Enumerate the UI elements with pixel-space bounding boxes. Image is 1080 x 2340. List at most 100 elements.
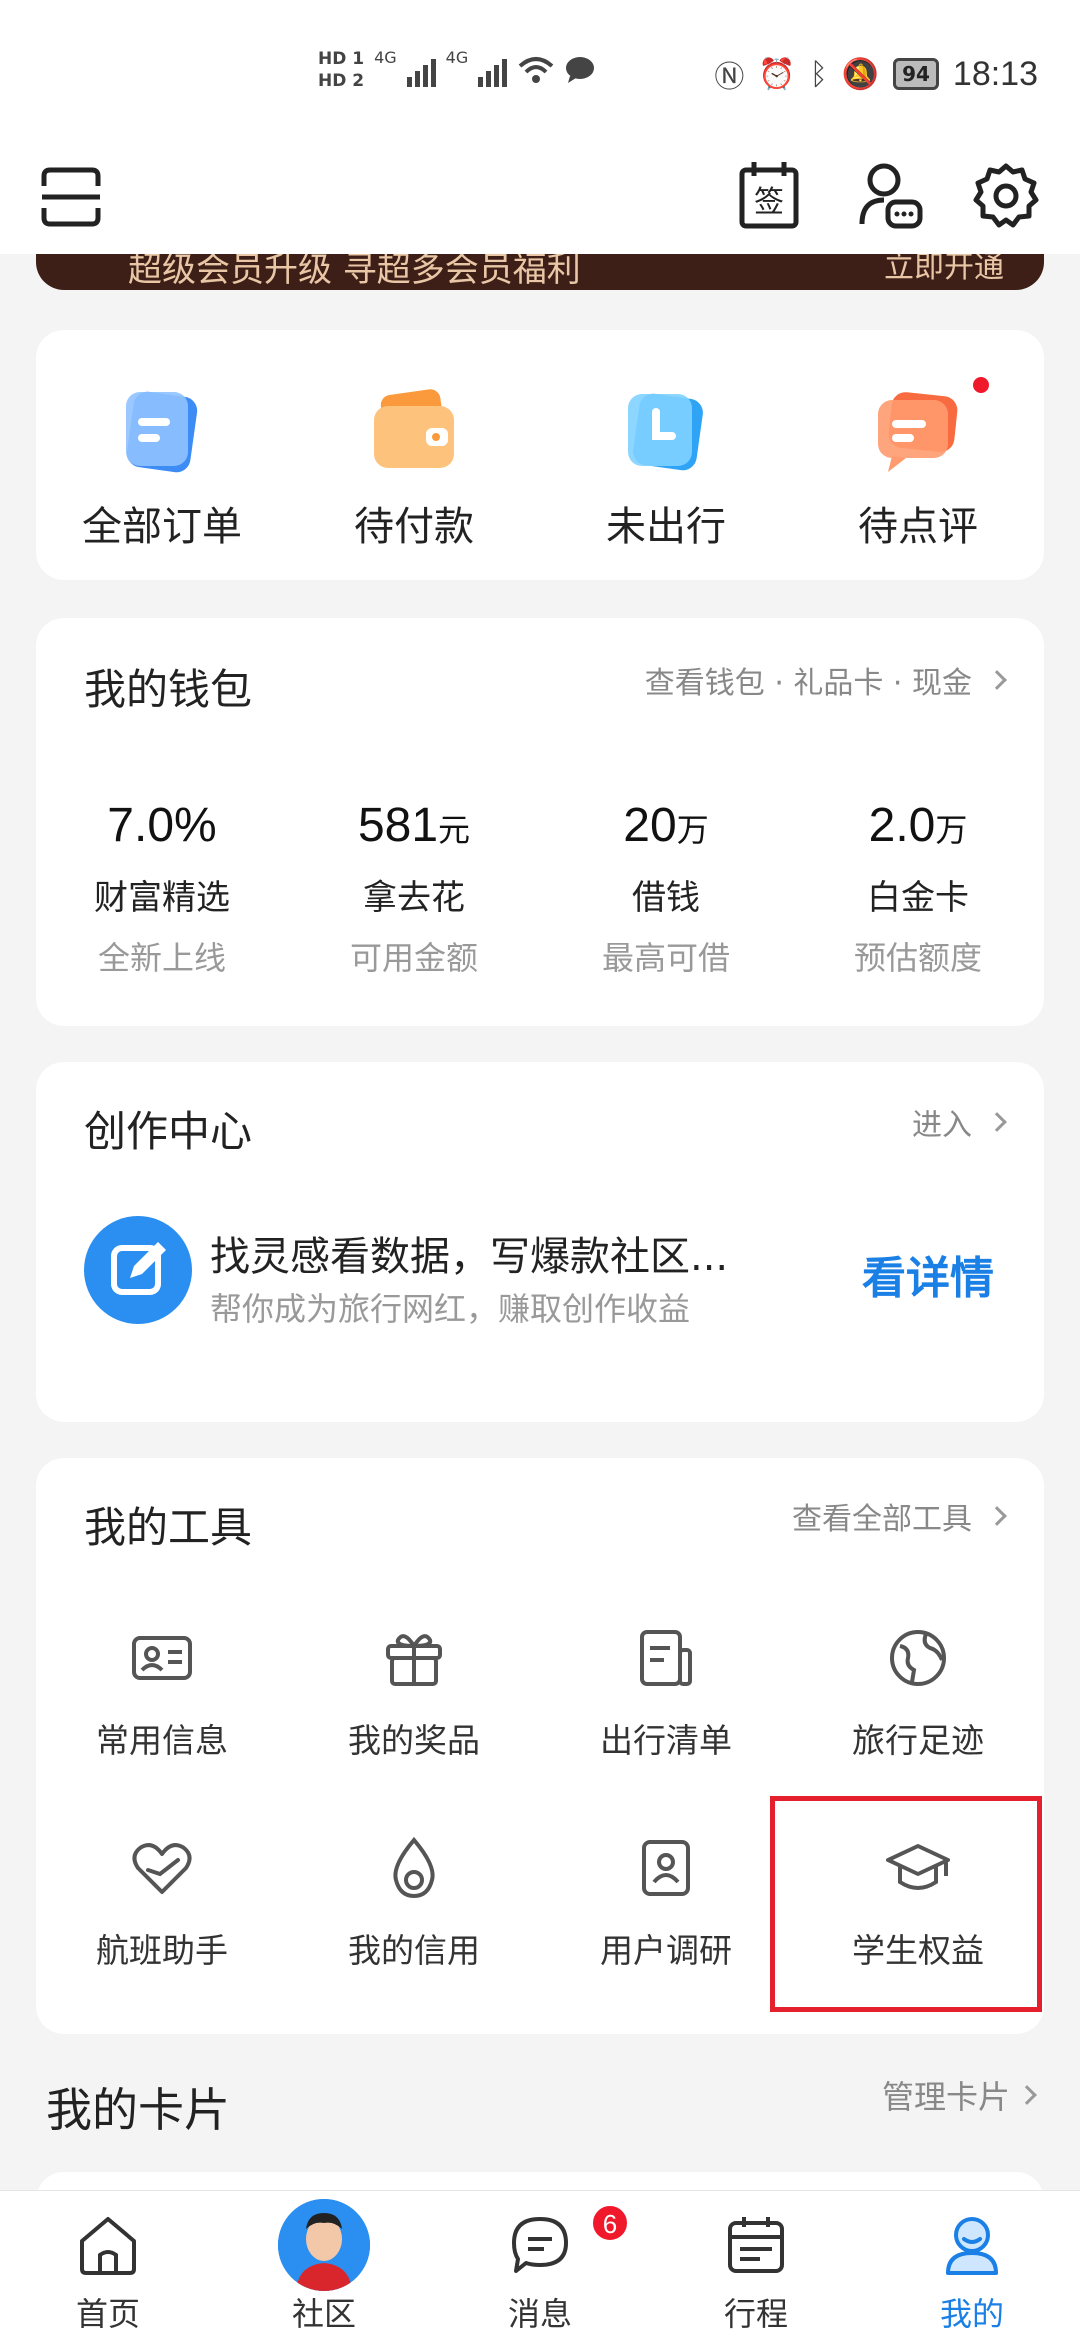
wallet-item-name: 拿去花 xyxy=(363,878,465,918)
wallet-link-label: 查看钱包 · 礼品卡 · 现金 xyxy=(644,666,972,701)
survey-icon xyxy=(642,1840,690,1896)
tab-itinerary[interactable]: 行程 xyxy=(648,2191,864,2340)
message-icon xyxy=(512,2217,568,2273)
wallet-item-sub: 最高可借 xyxy=(601,939,730,977)
order-pending-payment[interactable]: 待付款 xyxy=(288,330,540,580)
wallet-value-number: 581 xyxy=(357,799,439,852)
alarm-icon: ⏰ xyxy=(758,56,796,92)
tool-user-survey[interactable]: 用户调研 xyxy=(540,1818,792,1996)
bottom-tab-bar: 首页 社区 6 消息 行程 我的 xyxy=(0,2190,1080,2340)
banner-link[interactable]: 立即开通 xyxy=(884,254,1004,286)
tool-label: 旅行足迹 xyxy=(852,1721,984,1760)
id-card-icon xyxy=(132,1636,192,1680)
wallet-value-number: 2.0 xyxy=(868,799,936,852)
order-to-review[interactable]: 待点评 xyxy=(792,330,1044,580)
tab-messages[interactable]: 6 消息 xyxy=(432,2191,648,2340)
avatar xyxy=(278,2199,370,2291)
tool-label: 我的奖品 xyxy=(348,1721,480,1760)
tool-label: 常用信息 xyxy=(96,1721,228,1760)
banner-text: 超级会员升级 寻超多会员福利 xyxy=(128,254,581,290)
wallet-value-unit: 元 xyxy=(438,811,471,849)
sign-in-icon[interactable]: 签 xyxy=(738,160,800,230)
wallet-value: 7.0% xyxy=(36,798,288,858)
customer-service-icon[interactable] xyxy=(858,160,924,230)
wallet-link[interactable]: 查看钱包 · 礼品卡 · 现金 xyxy=(644,658,1007,702)
wallet-payment-icon xyxy=(374,389,454,468)
scan-icon[interactable] xyxy=(40,166,102,228)
clock-trip-icon xyxy=(628,393,703,471)
wallet-value-number: 7.0% xyxy=(107,799,217,852)
app-header: 签 xyxy=(0,150,1080,254)
wallet-item-loan[interactable]: 20万 借钱 最高可借 xyxy=(540,798,792,979)
creator-enter-label: 进入 xyxy=(912,1108,972,1143)
vip-banner[interactable]: 超级会员升级 寻超多会员福利 立即开通 xyxy=(36,254,1044,290)
order-upcoming[interactable]: 未出行 xyxy=(540,330,792,580)
globe-icon xyxy=(890,1630,946,1686)
tools-view-all-label: 查看全部工具 xyxy=(792,1502,972,1537)
wallet-items: 7.0% 财富精选 全新上线 581元 拿去花 可用金额 20万 借钱 最高可借… xyxy=(36,798,1044,979)
network2-label: 4G xyxy=(445,48,469,67)
sign-in-label: 签 xyxy=(754,185,784,220)
manage-cards-label: 管理卡片 xyxy=(881,2078,1010,2116)
order-all[interactable]: 全部订单 xyxy=(36,330,288,580)
order-pending-payment-label: 待付款 xyxy=(354,504,474,550)
wallet-item-wealth[interactable]: 7.0% 财富精选 全新上线 xyxy=(36,798,288,979)
tool-my-prizes[interactable]: 我的奖品 xyxy=(288,1608,540,1786)
tool-travel-footprint[interactable]: 旅行足迹 xyxy=(792,1608,1044,1786)
tools-title: 我的工具 xyxy=(84,1503,253,1552)
wifi-icon xyxy=(518,57,554,83)
wallet-item-name: 借钱 xyxy=(632,878,700,918)
mute-icon: 🔕 xyxy=(841,56,880,92)
tools-view-all-link[interactable]: 查看全部工具 xyxy=(792,1494,1007,1538)
view-details-button[interactable]: 看详情 xyxy=(862,1242,994,1306)
highlight-box xyxy=(770,1796,1042,2012)
status-bar: HD 1 HD 2 4G 4G Ⓝ ⏰ ᛒ 🔕 94 18:13 xyxy=(0,0,1080,150)
wallet-value-unit: 万 xyxy=(676,811,709,849)
gift-icon xyxy=(386,1634,442,1686)
wallet-value-number: 20 xyxy=(623,799,677,852)
wallet-item-naquhua[interactable]: 581元 拿去花 可用金额 xyxy=(288,798,540,979)
tab-home[interactable]: 首页 xyxy=(0,2191,216,2340)
chat-notification-icon xyxy=(566,57,595,83)
signal2-icon xyxy=(478,53,508,87)
wallet-value: 2.0万 xyxy=(792,798,1044,858)
home-icon xyxy=(80,2217,136,2275)
chevron-right-icon xyxy=(987,1506,1007,1526)
tool-flight-assistant[interactable]: 航班助手 xyxy=(36,1818,288,1996)
status-right: Ⓝ ⏰ ᛒ 🔕 94 18:13 xyxy=(714,52,1038,96)
calendar-icon xyxy=(728,2217,784,2273)
tab-community[interactable]: 社区 xyxy=(216,2191,432,2340)
wallet-item-name: 白金卡 xyxy=(867,878,969,918)
orders-card: 全部订单 待付款 未出行 待点评 xyxy=(36,330,1044,580)
tool-common-info[interactable]: 常用信息 xyxy=(36,1608,288,1786)
wallet-item-platinum[interactable]: 2.0万 白金卡 预估额度 xyxy=(792,798,1044,979)
wallet-title: 我的钱包 xyxy=(84,665,253,714)
my-cards-title: 我的卡片 xyxy=(46,2083,230,2137)
manage-cards-link[interactable]: 管理卡片 xyxy=(881,2072,1037,2118)
all-orders-icon xyxy=(126,391,198,473)
tab-me-label: 我的 xyxy=(939,2295,1004,2333)
wallet-item-sub: 可用金额 xyxy=(349,939,478,977)
review-chat-icon xyxy=(878,392,958,472)
hd1-label: HD 1 xyxy=(318,49,365,69)
chevron-right-icon xyxy=(987,670,1007,690)
chevron-right-icon xyxy=(987,1112,1007,1132)
avatar-portrait-icon xyxy=(278,2199,370,2291)
wallet-item-sub: 全新上线 xyxy=(97,939,226,977)
edit-icon xyxy=(84,1216,192,1324)
clock-time: 18:13 xyxy=(952,54,1038,93)
tool-label: 出行清单 xyxy=(600,1721,732,1760)
gear-icon[interactable] xyxy=(972,162,1040,230)
wallet-value-unit: 万 xyxy=(935,811,968,849)
tool-my-credit[interactable]: 我的信用 xyxy=(288,1818,540,1996)
wallet-item-sub: 预估额度 xyxy=(853,939,982,977)
tab-me[interactable]: 我的 xyxy=(864,2191,1080,2340)
message-badge: 6 xyxy=(590,2203,630,2243)
tool-trip-checklist[interactable]: 出行清单 xyxy=(540,1608,792,1786)
order-all-label: 全部订单 xyxy=(82,504,242,550)
creator-headline[interactable]: 找灵感看数据，写爆款社区... xyxy=(210,1224,850,1282)
creator-enter-link[interactable]: 进入 xyxy=(912,1100,1007,1144)
wallet-card: 我的钱包 查看钱包 · 礼品卡 · 现金 7.0% 财富精选 全新上线 581元… xyxy=(36,618,1044,1026)
wallet-value: 581元 xyxy=(288,798,540,858)
review-notification-dot xyxy=(970,374,992,396)
